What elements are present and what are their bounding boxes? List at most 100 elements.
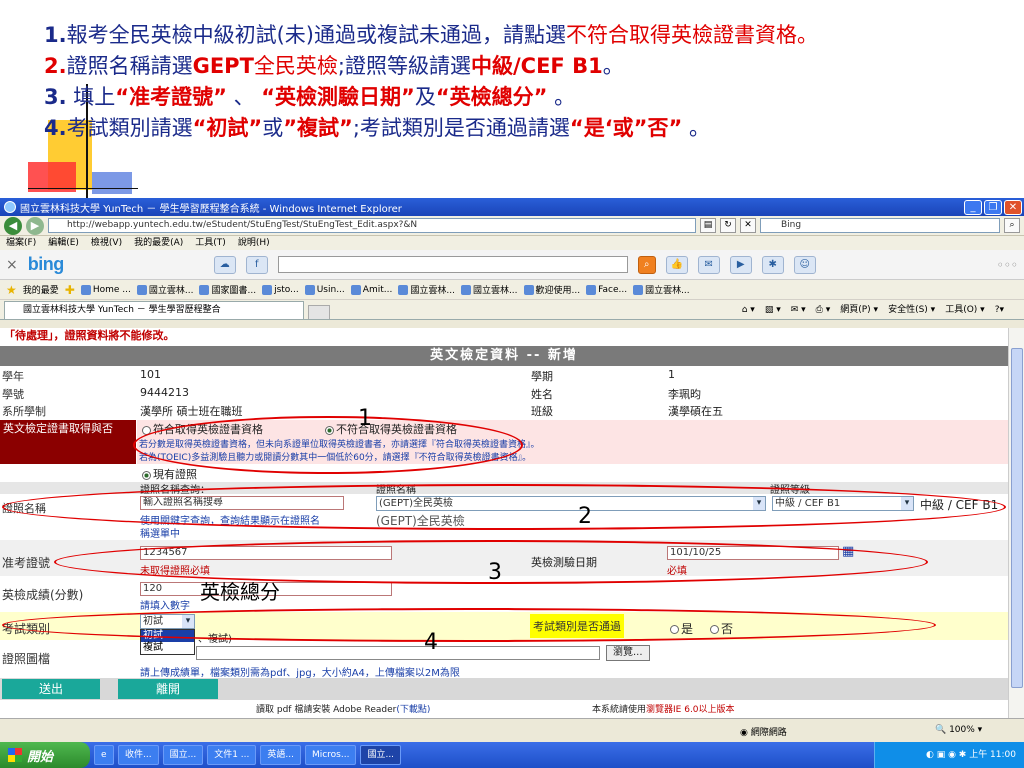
taskbar-item-active[interactable]: 國立... [360, 745, 402, 765]
status-bar: ◉ 網際網路 🔍 100% ▾ [0, 718, 1024, 742]
thumbs-up-icon[interactable]: 👍 [665, 255, 688, 274]
compat-icon[interactable]: ▤ [700, 218, 716, 233]
footer-text: 讀取 pdf 檔請安裝 Adobe Reader [256, 705, 397, 715]
menu-item-help[interactable]: 說明(H) [238, 236, 270, 250]
file-path-input[interactable] [196, 646, 600, 660]
facebook-icon[interactable]: f [245, 255, 268, 274]
taskbar-item[interactable]: 英語... [260, 745, 301, 765]
new-tab-button[interactable] [308, 305, 330, 319]
taskbar-item[interactable]: 文件1 ... [207, 745, 257, 765]
search-icon[interactable]: ⌕ [637, 255, 656, 274]
favorite-link[interactable]: 歡迎使用... [523, 283, 580, 296]
stop-icon[interactable]: ✕ [740, 218, 756, 233]
year-value: 101 [140, 368, 161, 381]
score-label: 英檢成績(分數) [2, 588, 84, 602]
favorite-link[interactable]: Home ... [80, 284, 131, 295]
class-label: 班級 [531, 405, 553, 418]
name-label: 姓名 [531, 388, 553, 401]
favorite-link[interactable]: 國立雲林... [633, 283, 690, 296]
home-icon[interactable]: ⌂ ▾ [742, 301, 755, 319]
menu-item-tools[interactable]: 工具(T) [195, 236, 226, 250]
minimize-button[interactable]: _ [964, 199, 982, 215]
instruction-text: 報考全民英檢中級初試(未)通過或複試未通過，請點選 [66, 23, 566, 47]
existing-cert-option[interactable]: 現有證照 [142, 466, 197, 482]
footer-reader-note: 讀取 pdf 檔請安裝 Adobe Reader(下載點) [256, 702, 430, 715]
quicklaunch-ie-icon[interactable]: e [94, 745, 114, 765]
taskbar-item[interactable]: Micros... [304, 745, 357, 765]
browse-button[interactable]: 瀏覽... [606, 645, 650, 661]
favorite-link[interactable]: 國立雲林... [136, 283, 194, 296]
annotation-ellipse-4 [2, 608, 936, 642]
menu-item-file[interactable]: 檔案(F) [6, 236, 36, 250]
annotation-number-1: 1 [358, 406, 372, 431]
mail-icon[interactable]: ✉ ▾ [791, 301, 806, 319]
people-icon[interactable]: ☺ [793, 255, 816, 274]
favorite-link[interactable]: 國家圖書... [199, 283, 256, 296]
menu-item-edit[interactable]: 編輯(E) [48, 236, 79, 250]
step-number: 4. [44, 116, 67, 140]
instruction-highlight: “准考證號” [115, 85, 227, 109]
instruction-text: 、 [226, 85, 262, 109]
forward-icon[interactable]: ▶ [26, 216, 44, 235]
zoom-control[interactable]: 🔍 100% ▾ [935, 725, 982, 735]
instruction-highlight: 中級/CEF B1 [470, 54, 603, 78]
tools-icon[interactable]: ✱ [761, 255, 784, 274]
cloud-icon[interactable]: ☁ [213, 255, 236, 274]
favorite-link[interactable]: 國立雲林... [460, 283, 518, 296]
instruction-line-3: 3. 填上“准考證號” 、 “英檢測驗日期”及“英檢總分” 。 [44, 82, 1019, 113]
add-favorite-icon[interactable]: ✚ [65, 283, 75, 297]
vertical-scrollbar[interactable] [1008, 328, 1024, 718]
page-menu[interactable]: 網頁(P) ▾ [840, 301, 878, 319]
bing-search-input[interactable] [277, 256, 628, 273]
instruction-text: 及 [414, 85, 436, 109]
send-button[interactable]: 送出 [2, 679, 100, 699]
taskbar-item[interactable]: 收件... [118, 745, 159, 765]
start-button[interactable]: 開始 [0, 742, 90, 768]
tools-menu[interactable]: 工具(O) ▾ [945, 301, 985, 319]
favorite-label: 國立雲林... [148, 286, 194, 296]
instruction-text: 考試類別請選 [66, 116, 193, 140]
search-icon[interactable]: ⌕ [1004, 218, 1020, 233]
page-footer: 讀取 pdf 檔請安裝 Adobe Reader(下載點) 本系統請使用瀏覽器I… [0, 702, 1008, 716]
exam-type-option[interactable]: 複試 [141, 642, 194, 654]
instruction-text: 。 [547, 85, 576, 109]
favorite-link[interactable]: Face... [586, 284, 627, 295]
browser-window: 國立雲林科技大學 YunTech － 學生學習歷程整合系統 - Windows … [0, 198, 1024, 742]
row-student: 學號 9444213 姓名 李珮昀 [0, 386, 1008, 402]
safety-menu[interactable]: 安全性(S) ▾ [888, 301, 935, 319]
favorite-link[interactable]: 國立雲林... [398, 283, 455, 296]
favorite-label: Usin... [316, 284, 345, 295]
close-icon[interactable]: × [6, 257, 18, 273]
maximize-button[interactable]: ❐ [984, 199, 1002, 215]
favorite-link[interactable]: jsto... [262, 284, 299, 295]
instruction-highlight: “英檢測驗日期” [261, 85, 415, 109]
download-link[interactable]: (下載點) [396, 705, 430, 715]
status-zone-label: 網際網路 [750, 728, 787, 738]
favorites-label[interactable]: 我的最愛 [23, 283, 59, 296]
close-button[interactable]: ✕ [1004, 199, 1022, 215]
tray-icons[interactable]: ◐ ▣ ◉ ✱ [926, 750, 969, 760]
feeds-icon[interactable]: ▧ ▾ [765, 301, 781, 319]
leave-button[interactable]: 離開 [118, 679, 218, 699]
print-icon[interactable]: ⎙ ▾ [816, 301, 831, 319]
refresh-icon[interactable]: ↻ [720, 218, 736, 233]
scrollbar-thumb[interactable] [1011, 348, 1023, 688]
search-input[interactable]: Bing [760, 218, 1000, 233]
menu-item-favorites[interactable]: 我的最愛(A) [134, 236, 183, 250]
taskbar-item[interactable]: 國立... [162, 745, 204, 765]
footer-text: 本系統請使用 [592, 705, 647, 715]
help-icon[interactable]: ?▾ [995, 301, 1004, 319]
tab-current[interactable]: 國立雲林科技大學 YunTech － 學生學習歷程整合 [4, 301, 304, 319]
start-label: 開始 [27, 749, 54, 765]
video-icon[interactable]: ▶ [729, 255, 752, 274]
menu-item-view[interactable]: 檢視(V) [91, 236, 122, 250]
favorite-link[interactable]: Usin... [304, 284, 345, 295]
slide-decoration-hline [28, 188, 138, 189]
back-icon[interactable]: ◀ [4, 216, 22, 235]
favorite-label: Home ... [92, 284, 131, 295]
url-field[interactable]: http://webapp.yuntech.edu.tw/eStudent/St… [48, 218, 696, 233]
chat-icon[interactable]: ✉ [697, 255, 720, 274]
more-icon[interactable]: ◦◦◦ [997, 258, 1018, 272]
favorite-link[interactable]: Amit... [350, 284, 392, 295]
bing-logo: bing [27, 254, 65, 274]
